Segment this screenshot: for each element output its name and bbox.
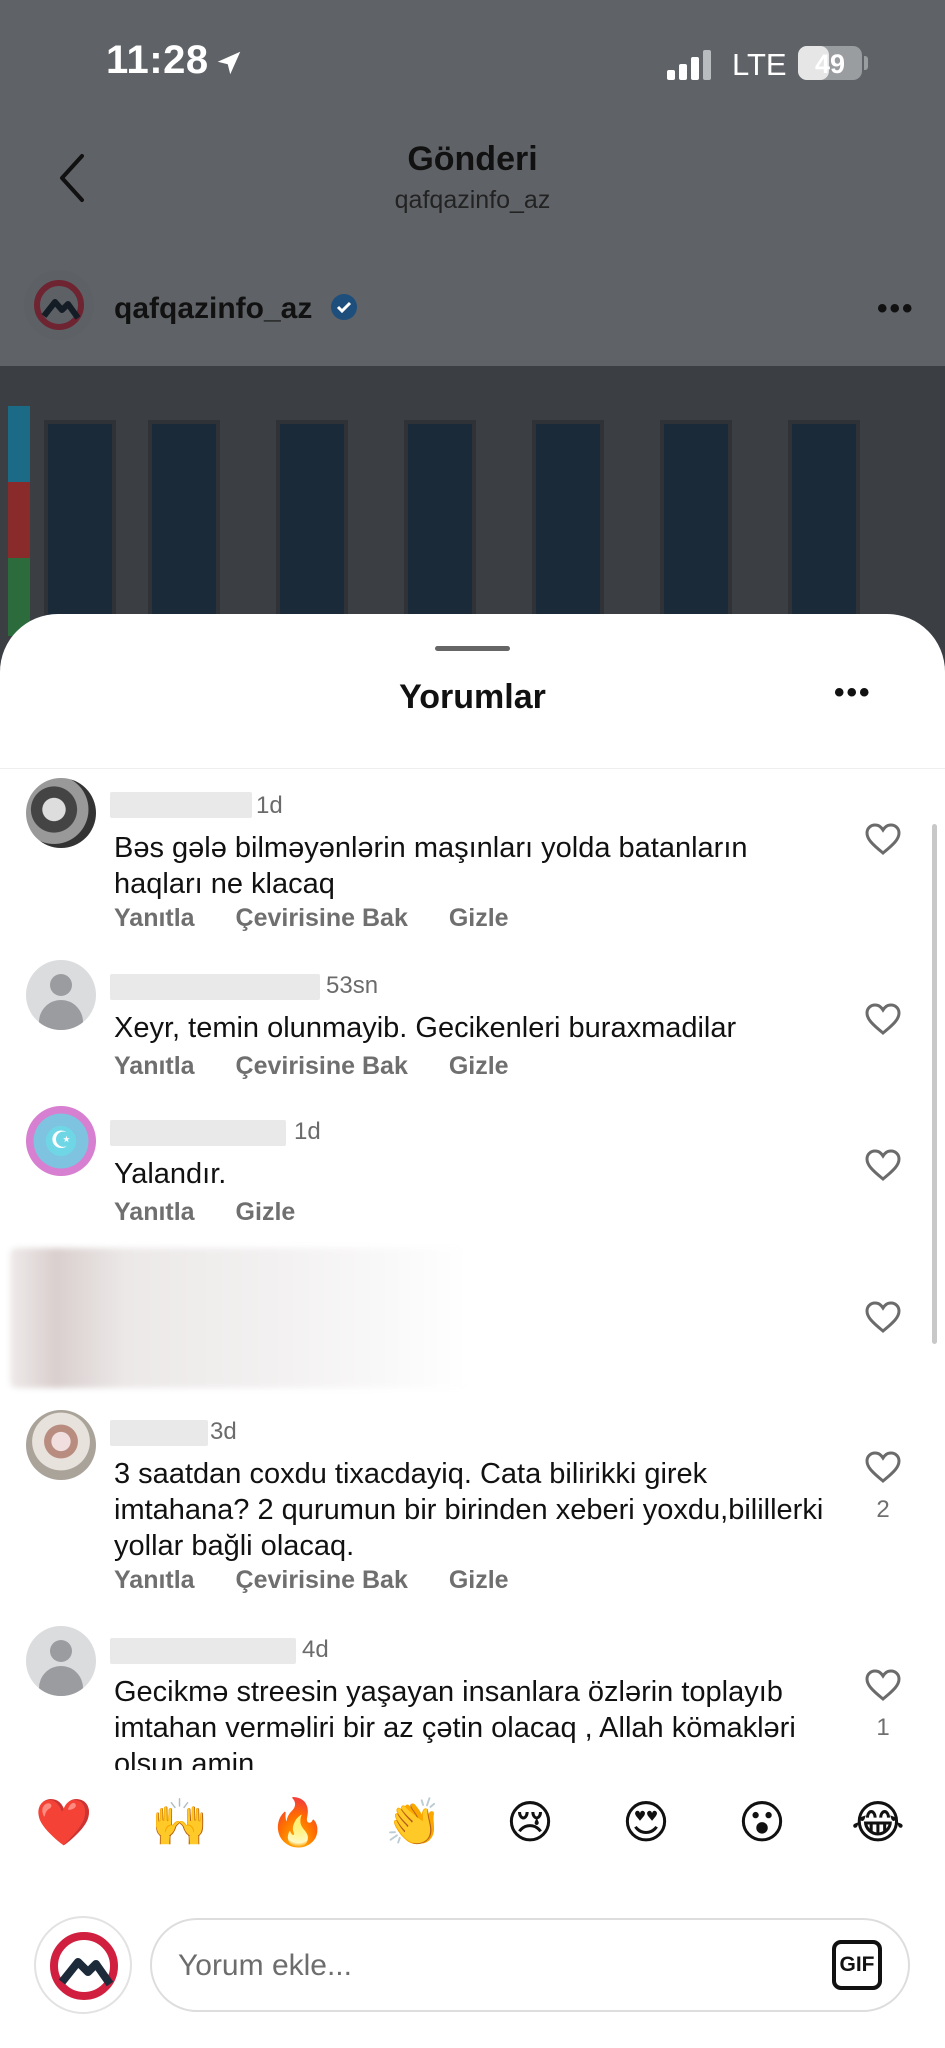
comment-text: Bəs gələ bilməyənlərin maşınları yolda b… [114,832,748,900]
emoji-red-heart[interactable]: ❤️ [34,1794,94,1850]
commenter-avatar[interactable] [26,1626,96,1696]
network-type: LTE [732,47,787,82]
emoji-tears-of-joy[interactable]: 😂 [848,1794,908,1850]
see-translation-button[interactable]: Çevirisine Bak [236,904,408,932]
battery-percentage: 49 [814,49,846,79]
emoji-heart-eyes[interactable]: 😍 [616,1794,676,1850]
like-heart-icon[interactable] [864,1002,902,1036]
battery-icon: 49 [798,46,862,80]
default-avatar-head [50,974,72,996]
comment-input-container: GIF [150,1918,910,2012]
status-bar: 11:28 LTE 49 [0,0,945,120]
hide-button[interactable]: Gizle [449,1566,509,1594]
post-page-background: 11:28 LTE 49 Gönderi qafqazinfo_az qafqa… [0,0,945,666]
see-translation-button[interactable]: Çevirisine Bak [236,1052,408,1080]
post-more-options[interactable]: ••• [877,292,915,326]
verified-badge-icon [331,294,357,320]
commenter-avatar[interactable]: ☪ [26,1106,96,1176]
current-user-avatar[interactable] [34,1916,132,2014]
comment-input[interactable] [178,1938,738,1994]
default-avatar-body [39,1666,83,1696]
comment-text: 3 saatdan coxdu tixacdayiq. Cata bilirik… [114,1458,824,1562]
sheet-title: Yorumlar [399,678,546,716]
comment-actions: Yanıtla Çevirisine Bak Gizle [114,1052,543,1081]
commenter-avatar[interactable] [26,1410,96,1480]
see-translation-button[interactable]: Çevirisine Bak [236,1566,408,1594]
reply-button[interactable]: Yanıtla [114,1198,195,1226]
emoji-raising-hands[interactable]: 🙌 [150,1794,210,1850]
status-time: 11:28 [106,38,209,82]
hide-button[interactable]: Gizle [449,1052,509,1080]
location-arrow-icon [217,51,241,75]
comment-text: Yalandır. [114,1158,227,1190]
page-subtitle: qafqazinfo_az [394,186,551,214]
comment-text: Xeyr, temin olunmayib. Gecikenleri burax… [114,1012,737,1044]
battery-tip [864,56,868,70]
comment-text: Gecikmə streesin yaşayan insanlara özlər… [114,1676,796,1774]
post-author-avatar[interactable] [24,270,94,340]
comment-actions: Yanıtla Çevirisine Bak Gizle [114,904,543,933]
avatar-calligraphy: ☪ [50,1126,72,1154]
comments-sheet: Yorumlar ••• 1d Bəs gələ bilməyənlərin m… [0,614,945,2048]
emoji-clapping-hands[interactable]: 👏 [384,1794,444,1850]
sheet-drag-handle[interactable] [435,646,510,651]
commenter-name-redacted[interactable] [110,1120,286,1146]
emoji-reaction-bar: ❤️ 🙌 🔥 👏 😢 😍 😮 😂 [0,1770,945,1870]
like-count: 2 [876,1496,890,1523]
sheet-divider [0,768,945,769]
qafqazinfo-logo-icon [34,280,84,330]
comment-actions: Yanıtla Çevirisine Bak Gizle [114,1566,543,1595]
reply-button[interactable]: Yanıtla [114,904,195,932]
cellular-signal-icon [667,50,711,80]
comment-time: 1d [294,1118,321,1145]
blurred-comment-content [10,1248,470,1388]
like-heart-icon[interactable] [864,1148,902,1182]
hide-button[interactable]: Gizle [236,1198,296,1226]
reply-button[interactable]: Yanıtla [114,1566,195,1594]
like-heart-icon[interactable] [864,1300,902,1334]
commenter-name-redacted[interactable] [110,792,252,818]
like-count: 1 [876,1714,890,1741]
post-author-name[interactable]: qafqazinfo_az [114,292,312,326]
comment-input-row: GIF [0,1864,945,2048]
post-author-row: qafqazinfo_az ••• [0,270,945,370]
commenter-name-redacted[interactable] [110,974,320,1000]
comment-time: 53sn [326,972,379,999]
qafqazinfo-logo-icon [50,1932,118,2000]
commenter-avatar[interactable] [26,960,96,1030]
emoji-crying-face[interactable]: 😢 [500,1794,560,1850]
gif-button[interactable]: GIF [832,1940,882,1990]
sheet-more-options[interactable]: ••• [834,676,872,710]
comments-list: 1d Bəs gələ bilməyənlərin maşınları yold… [0,774,945,1774]
flag-in-photo [8,406,30,636]
commenter-name-redacted[interactable] [110,1638,296,1664]
like-heart-icon[interactable] [864,1668,902,1702]
comment-time: 3d [210,1418,237,1445]
comment-time: 4d [302,1636,329,1663]
default-avatar-body [39,1000,83,1030]
commenter-avatar[interactable] [26,778,96,848]
emoji-fire[interactable]: 🔥 [268,1794,328,1850]
emoji-surprised-face[interactable]: 😮 [732,1794,792,1850]
like-heart-icon[interactable] [864,1450,902,1484]
commenter-name-redacted[interactable] [110,1420,208,1446]
comment-time: 1d [256,792,283,819]
page-title: Gönderi [407,140,538,178]
reply-button[interactable]: Yanıtla [114,1052,195,1080]
default-avatar-head [50,1640,72,1662]
like-heart-icon[interactable] [864,822,902,856]
hide-button[interactable]: Gizle [449,904,509,932]
comment-actions: Yanıtla Gizle [114,1198,329,1227]
